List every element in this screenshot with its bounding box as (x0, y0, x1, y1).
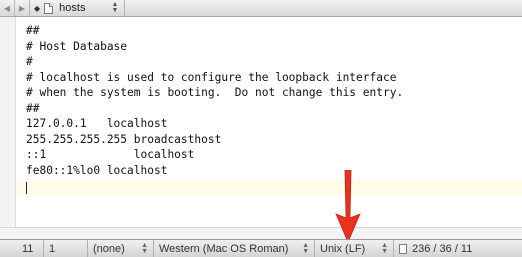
code-text[interactable]: ## # Host Database # # localhost is used to… (26, 23, 403, 178)
gutter (0, 17, 16, 239)
current-line-highlight (17, 180, 522, 196)
chevron-updown-icon: ▲ ▼ (141, 241, 148, 255)
document-icon (44, 2, 54, 14)
navigation-bar: ◀ ▶ ◆ hosts ▲ ▼ (0, 0, 522, 17)
code-line: ::1 localhost (26, 148, 195, 161)
chevron-updown-icon: ▲ ▼ (302, 241, 309, 255)
column-number-field[interactable]: 1 (44, 240, 88, 257)
syntax-label: (none) (93, 242, 125, 255)
encoding-popup[interactable]: Western (Mac OS Roman) ▲ ▼ (154, 240, 315, 257)
document-stats[interactable]: 236 / 36 / 11 (394, 240, 522, 257)
line-number-field[interactable]: 11 (0, 240, 44, 257)
chevron-updown-icon: ▲ ▼ (111, 1, 119, 14)
chevron-updown-icon: ▲ ▼ (381, 241, 388, 255)
diamond-icon: ◆ (34, 3, 41, 13)
text-cursor (26, 182, 27, 194)
syntax-popup[interactable]: (none) ▲ ▼ (88, 240, 154, 257)
document-name: hosts (59, 2, 86, 14)
column-number: 1 (49, 242, 56, 255)
document-popup[interactable]: ◆ hosts ▲ ▼ (30, 0, 124, 16)
status-bar: 11 1 (none) ▲ ▼ Western (Mac OS Roman) ▲ ▼… (0, 239, 522, 257)
code-line: # when the system is booting. Do not cha… (26, 86, 404, 99)
forward-arrow-icon[interactable]: ▶ (15, 0, 29, 16)
text-editor-window: ◀ ▶ ◆ hosts ▲ ▼ ## # Host Database # # local… (0, 0, 522, 257)
divider (124, 0, 126, 16)
code-line: ## (26, 24, 40, 37)
encoding-label: Western (Mac OS Roman) (159, 242, 289, 255)
code-line: # Host Database (26, 39, 128, 53)
horizontal-scrollbar[interactable] (0, 227, 522, 239)
red-down-arrow-icon (335, 170, 361, 242)
stats-label: 236 / 36 / 11 (412, 242, 473, 255)
line-number: 11 (22, 242, 34, 255)
line-endings-popup[interactable]: Unix (LF) ▲ ▼ (315, 240, 394, 257)
code-line: 127.0.0.1 localhost (26, 117, 168, 130)
editor-area[interactable]: ## # Host Database # # localhost is used to… (0, 17, 522, 239)
code-line: 255.255.255.255 broadcasthost (26, 132, 222, 146)
back-arrow-icon[interactable]: ◀ (0, 0, 14, 16)
document-icon (399, 243, 407, 254)
code-line: ## (26, 101, 40, 115)
code-line: # localhost is used to configure the loo… (26, 70, 397, 84)
code-line: # (26, 55, 33, 68)
line-endings-label: Unix (LF) (320, 242, 366, 255)
